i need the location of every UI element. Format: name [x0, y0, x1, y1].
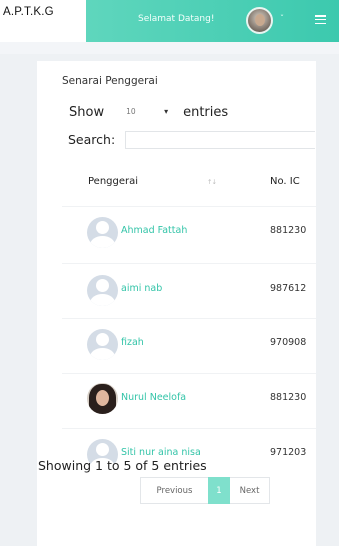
nav-header: Selamat Datang! ˇ	[86, 0, 339, 42]
top-navbar: A.P.T.K.G Selamat Datang! ˇ	[0, 0, 339, 42]
select-caret-icon: ▾	[164, 107, 169, 116]
table-row: Nurul Neelofa 881230	[62, 374, 316, 429]
chevron-down-icon[interactable]: ˇ	[280, 14, 284, 23]
ic-number: 971203	[270, 447, 307, 458]
next-page-button[interactable]: Next	[230, 477, 270, 504]
ic-number: 970908	[270, 337, 307, 348]
previous-page-button[interactable]: Previous	[140, 477, 208, 504]
table-row: aimi nab 987612	[62, 264, 316, 319]
table-header: Penggerai ↑↓ No. IC	[62, 159, 316, 207]
card-title: Senarai Penggerai	[62, 75, 158, 87]
penggerai-table: Penggerai ↑↓ No. IC Ahmad Fattah 881230 …	[62, 159, 316, 484]
entries-label: entries	[183, 104, 229, 120]
user-photo-avatar	[87, 383, 118, 414]
entries-select-value: 10	[126, 107, 136, 116]
page-strip	[0, 42, 339, 54]
page-1-button[interactable]: 1	[208, 477, 230, 504]
ic-number: 881230	[270, 225, 307, 236]
hamburger-line	[315, 15, 326, 17]
column-header-penggerai[interactable]: Penggerai	[88, 176, 138, 187]
penggerai-name-link[interactable]: aimi nab	[121, 283, 162, 294]
ic-number: 987612	[270, 283, 307, 294]
sort-icon[interactable]: ↑↓	[207, 178, 217, 186]
brand-logo-text[interactable]: A.P.T.K.G	[3, 6, 54, 18]
entries-select[interactable]: 10 ▾	[116, 103, 177, 121]
hamburger-icon[interactable]	[315, 15, 326, 25]
default-avatar-icon	[87, 217, 118, 248]
default-avatar-icon	[87, 275, 118, 306]
table-row: Siti nur aina nisa 971203	[62, 429, 316, 484]
user-avatar[interactable]	[246, 7, 273, 34]
avatar-face	[255, 14, 265, 26]
table-row: Ahmad Fattah 881230	[62, 207, 316, 264]
length-control: Show 10 ▾ entries	[69, 103, 228, 121]
penggerai-name-link[interactable]: Siti nur aina nisa	[121, 447, 201, 458]
penggerai-name-link[interactable]: Ahmad Fattah	[121, 225, 187, 236]
pagination: Previous 1 Next	[140, 477, 270, 504]
brand-area: A.P.T.K.G	[0, 0, 86, 42]
search-label: Search:	[68, 132, 116, 147]
default-avatar-icon	[87, 329, 118, 360]
hamburger-line	[315, 22, 326, 25]
search-input[interactable]	[125, 131, 315, 149]
table-info: Showing 1 to 5 of 5 entries	[38, 458, 207, 473]
show-label: Show	[69, 104, 105, 120]
search-row: Search:	[68, 131, 315, 149]
table-row: fizah 970908	[62, 319, 316, 374]
penggerai-name-link[interactable]: Nurul Neelofa	[121, 392, 186, 403]
hamburger-line	[315, 18, 326, 21]
welcome-text: Selamat Datang!	[138, 14, 215, 24]
penggerai-card: Senarai Penggerai Show 10 ▾ entries Sear…	[37, 61, 316, 546]
ic-number: 881230	[270, 392, 307, 403]
penggerai-name-link[interactable]: fizah	[121, 337, 144, 348]
column-header-ic[interactable]: No. IC	[270, 176, 300, 187]
